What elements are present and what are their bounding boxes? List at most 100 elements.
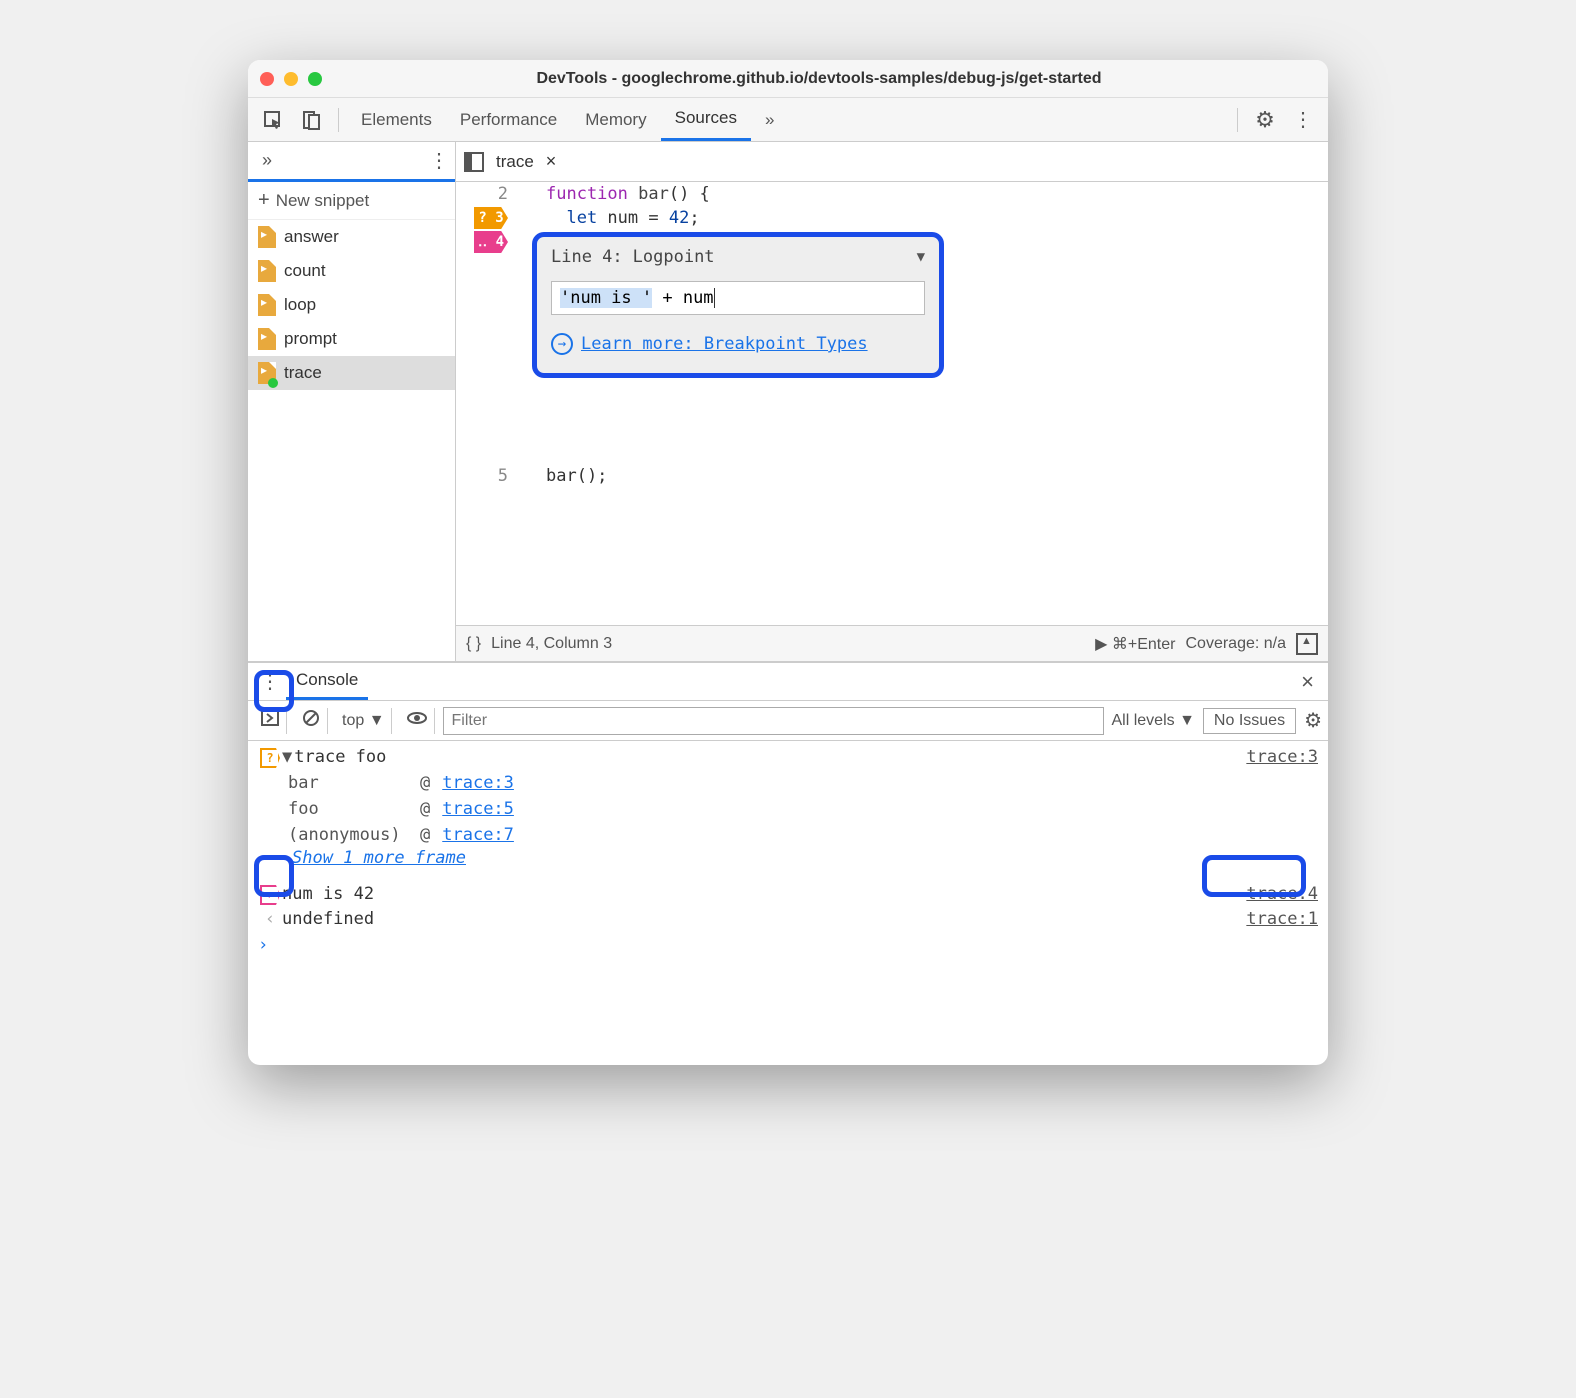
sidebar-item-label: count	[284, 261, 326, 281]
close-icon[interactable]: ×	[546, 151, 557, 172]
zoom-icon[interactable]	[308, 72, 322, 86]
console-source-link[interactable]: trace:3	[1246, 747, 1318, 767]
expand-icon[interactable]: ▼	[282, 747, 292, 767]
sidebar-items: answer count loop prompt trace	[248, 220, 455, 390]
logpoint-header: Line 4: Logpoint ▼	[537, 237, 939, 277]
editor-statusbar: { } Line 4, Column 3 ▶ ⌘+Enter Coverage:…	[456, 625, 1328, 661]
logpoint-popup: Line 4: Logpoint ▼ 'num is ' + num → Lea…	[532, 232, 944, 378]
device-icon[interactable]	[294, 103, 328, 137]
minimize-icon[interactable]	[284, 72, 298, 86]
tab-performance[interactable]: Performance	[446, 98, 571, 141]
panel-toggle-icon[interactable]	[464, 152, 484, 172]
logpoint-icon: ›	[258, 884, 282, 905]
console-message: num is 42	[282, 884, 1246, 904]
prompt-icon: ›	[258, 935, 268, 955]
sidebar-item-label: trace	[284, 363, 322, 383]
sidebar-item-answer[interactable]: answer	[248, 220, 455, 254]
console-panel: ⋮ Console × top ▼ All levels ▼ No Issues…	[248, 661, 1328, 1065]
sidebar-item-trace[interactable]: trace	[248, 356, 455, 390]
stack-trace: bar@trace:3 foo@trace:5 (anonymous)@trac…	[248, 770, 1328, 848]
snippet-icon	[258, 328, 276, 350]
tab-sources[interactable]: Sources	[661, 98, 751, 141]
console-tabbar: ⋮ Console ×	[248, 663, 1328, 701]
source-map-icon[interactable]	[1296, 633, 1318, 655]
console-body[interactable]: ? ▼ trace foo trace:3 bar@trace:3 foo@tr…	[248, 741, 1328, 1065]
snippet-icon	[258, 260, 276, 282]
main-split: » ⋮ + New snippet answer count loop prom…	[248, 142, 1328, 661]
stack-link[interactable]: trace:5	[442, 799, 514, 819]
devtools-tabbar: Elements Performance Memory Sources » ⚙ …	[248, 98, 1328, 142]
sidebar-chevron[interactable]: »	[262, 150, 272, 171]
sidebar-item-label: prompt	[284, 329, 337, 349]
filter-input[interactable]	[443, 707, 1104, 735]
window-title: DevTools - googlechrome.github.io/devtoo…	[322, 70, 1316, 88]
cursor-position: Line 4, Column 3	[491, 635, 612, 653]
chevron-down-icon[interactable]: ▼	[917, 249, 925, 265]
tab-elements[interactable]: Elements	[347, 98, 446, 141]
logpoint-breakpoint-icon[interactable]: ‥ 4	[474, 231, 508, 253]
levels-selector[interactable]: All levels ▼	[1112, 712, 1195, 730]
editor-tabbar: trace ×	[456, 142, 1328, 182]
tab-console[interactable]: Console	[286, 663, 368, 700]
new-snippet-label: New snippet	[276, 191, 370, 211]
run-hint[interactable]: ▶ ⌘+Enter	[1095, 634, 1175, 654]
console-log-row: › num is 42 trace:4	[248, 882, 1328, 907]
learn-more-link[interactable]: Learn more: Breakpoint Types	[581, 334, 868, 354]
kebab-icon[interactable]: ⋮	[254, 669, 286, 694]
console-message: trace foo	[294, 747, 1246, 767]
issues-button[interactable]: No Issues	[1203, 708, 1296, 734]
line-number[interactable]: 5	[456, 464, 508, 488]
stack-frame: (anonymous)@trace:7	[288, 822, 1328, 848]
sidebar: » ⋮ + New snippet answer count loop prom…	[248, 142, 456, 661]
new-snippet-button[interactable]: + New snippet	[248, 182, 455, 220]
line-number[interactable]: 2	[456, 182, 508, 206]
console-toolbar: top ▼ All levels ▼ No Issues ⚙	[248, 701, 1328, 741]
sidebar-header: » ⋮	[248, 142, 455, 182]
show-more-link[interactable]: Show 1 more frame	[248, 848, 1328, 868]
sidebar-item-loop[interactable]: loop	[248, 288, 455, 322]
close-icon[interactable]	[260, 72, 274, 86]
kebab-icon[interactable]: ⋮	[429, 148, 449, 173]
console-source-link[interactable]: trace:1	[1246, 909, 1318, 929]
stack-frame: foo@trace:5	[288, 796, 1328, 822]
tab-memory[interactable]: Memory	[571, 98, 660, 141]
tab-more[interactable]: »	[751, 98, 788, 141]
line-gutter[interactable]: 2 ? 3 ‥ 4 5	[456, 182, 516, 625]
format-icon[interactable]: { }	[466, 635, 481, 653]
stack-link[interactable]: trace:7	[442, 825, 514, 845]
gear-icon[interactable]: ⚙	[1248, 103, 1282, 137]
snippet-icon	[258, 226, 276, 248]
inspect-icon[interactable]	[256, 103, 290, 137]
context-selector[interactable]: top ▼	[342, 712, 385, 730]
console-trace-row: ? ▼ trace foo trace:3	[248, 745, 1328, 770]
sidebar-item-label: answer	[284, 227, 339, 247]
titlebar: DevTools - googlechrome.github.io/devtoo…	[248, 60, 1328, 98]
clear-icon[interactable]	[301, 708, 321, 733]
gear-icon[interactable]: ⚙	[1304, 708, 1322, 733]
modified-dot-icon	[268, 378, 278, 388]
editor-tab-name[interactable]: trace	[496, 152, 534, 172]
conditional-breakpoint-icon[interactable]: ? 3	[474, 207, 508, 229]
show-sidebar-icon[interactable]	[260, 708, 280, 733]
editor-area: trace × 2 ? 3 ‥ 4 5 function bar() { let…	[456, 142, 1328, 661]
trace-icon: ?	[258, 747, 282, 768]
stack-link[interactable]: trace:3	[442, 773, 514, 793]
plus-icon: +	[258, 189, 270, 212]
sidebar-item-prompt[interactable]: prompt	[248, 322, 455, 356]
logpoint-input[interactable]: 'num is ' + num	[551, 281, 925, 315]
traffic-lights	[260, 72, 322, 86]
separator	[1237, 108, 1238, 132]
console-source-link[interactable]: trace:4	[1246, 884, 1318, 904]
eye-icon[interactable]	[406, 707, 428, 734]
devtools-window: DevTools - googlechrome.github.io/devtoo…	[248, 60, 1328, 1065]
logpoint-learn-more[interactable]: → Learn more: Breakpoint Types	[551, 333, 925, 355]
code-editor[interactable]: 2 ? 3 ‥ 4 5 function bar() { let num = 4…	[456, 182, 1328, 625]
snippet-icon	[258, 294, 276, 316]
kebab-icon[interactable]: ⋮	[1286, 103, 1320, 137]
sidebar-item-count[interactable]: count	[248, 254, 455, 288]
return-icon: ‹	[258, 909, 282, 929]
console-prompt[interactable]: ›	[248, 931, 1328, 959]
logpoint-line-label: Line 4:	[551, 247, 623, 267]
console-return-row: ‹ undefined trace:1	[248, 907, 1328, 931]
close-icon[interactable]: ×	[1293, 669, 1322, 695]
